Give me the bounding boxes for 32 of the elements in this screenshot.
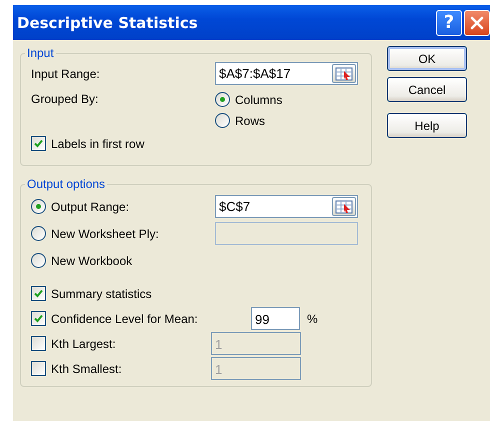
range-picker-icon [335,66,353,80]
range-field[interactable]: $C$7 [215,195,358,218]
group-legend: Input [25,46,56,60]
field-label: Grouped By: [31,92,100,106]
checkbox-option[interactable]: Confidence Level for Mean: [31,311,211,326]
radio-option[interactable]: Output Range: [31,199,215,214]
group-legend: Output options [25,177,108,191]
range-picker-icon [335,200,353,214]
input-range-field[interactable]: $A$7:$A$17 [215,62,358,85]
checkbox-option[interactable]: Kth Smallest: [31,361,211,376]
checkbox-option[interactable]: Kth Largest: [31,336,211,351]
number-field[interactable]: 99 [251,307,300,330]
unit-label: % [307,312,318,326]
radio-option[interactable]: New Worksheet Ply: [31,226,215,241]
dialog-button[interactable]: Cancel [387,77,467,102]
window-title: Descriptive Statistics [17,14,198,32]
check-icon [34,314,43,323]
field-label: Input Range: [31,66,101,80]
check-icon [34,139,43,148]
checkbox-option[interactable]: Summary statistics [31,286,211,301]
check-icon [34,289,43,298]
dialog-button[interactable]: OK [387,46,467,71]
range-picker-button[interactable] [332,197,356,216]
close-button[interactable] [464,10,490,36]
dialog-button[interactable]: Help [387,113,467,138]
checkbox-option[interactable]: Labels in first row [31,136,371,151]
radio-option[interactable]: New Workbook [31,253,215,268]
radio-option[interactable]: Rows [215,113,282,128]
radio-option[interactable]: Columns [215,92,282,107]
help-button[interactable]: ? [436,10,462,36]
close-icon [470,16,484,30]
range-picker-button[interactable] [332,64,356,83]
